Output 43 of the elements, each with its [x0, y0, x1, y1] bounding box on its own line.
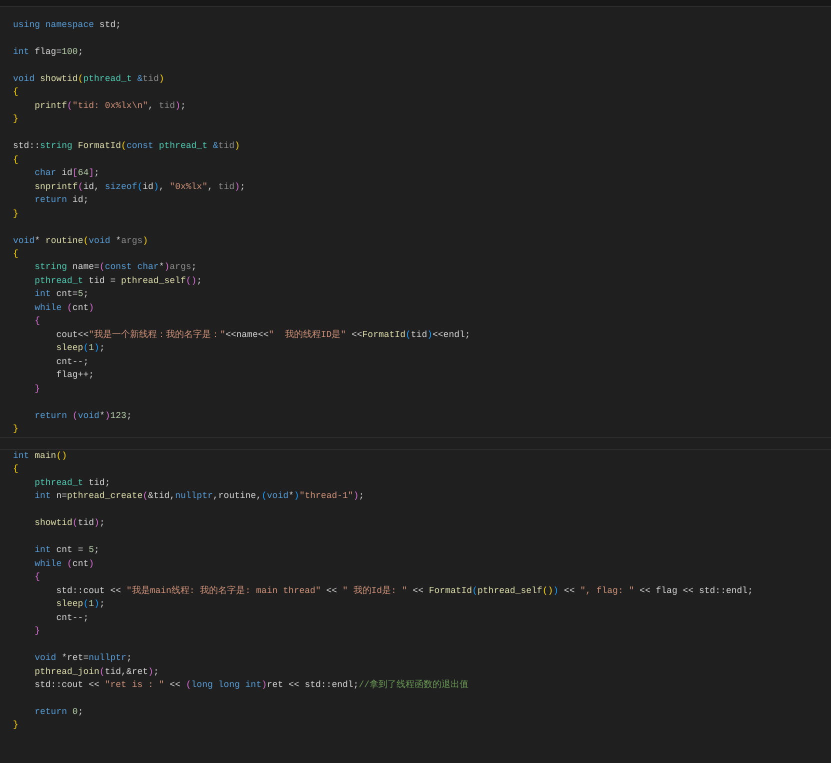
code-line: printf("tid: 0x%lx\n", tid);: [34, 100, 186, 113]
code-line: }: [34, 382, 40, 396]
code-line: return 0;: [34, 706, 84, 719]
code-line: int flag=100;: [13, 46, 84, 59]
code-line: snprintf(id, sizeof(id), "0x%lx", tid);: [34, 180, 246, 194]
code-line: int cnt = 5;: [34, 544, 100, 558]
code-line: return id;: [34, 194, 89, 208]
code-line: }: [13, 719, 18, 732]
code-line: pthread_t tid;: [34, 476, 110, 490]
code-line: {: [13, 248, 18, 261]
code-line: return (void*)123;: [34, 410, 132, 423]
code-line: while (cnt): [34, 302, 94, 315]
code-line: {: [34, 571, 40, 584]
code-line: std::cout << "我是main线程: 我的名字是: main thread" << " 我的Id是: " << FormatId(pthread_self()) << ", flag: " << flag << std::endl;: [55, 584, 753, 598]
code-line: {: [13, 154, 18, 167]
code-line: string name=(const char*)args;: [34, 261, 197, 274]
code-line: void* routine(void *args): [13, 234, 148, 248]
code-line: showtid(tid);: [34, 517, 105, 530]
code-line: cnt--;: [55, 612, 89, 625]
code-line: sleep(1);: [55, 598, 105, 612]
code-line: }: [13, 113, 18, 126]
code-line: }: [13, 423, 18, 436]
code-line: flag++;: [55, 369, 94, 382]
code-line: pthread_join(tid,&ret);: [34, 666, 159, 678]
code-line: {: [13, 86, 18, 100]
code-line: sleep(1);: [55, 342, 105, 356]
code-line: int cnt=5;: [34, 288, 89, 302]
code-line: int n=pthread_create(&tid,nullptr,routine,(void*)"thread-1");: [34, 490, 364, 504]
code-line: pthread_t tid = pthread_self();: [34, 274, 202, 288]
code-line: char id[64];: [34, 167, 100, 180]
code-line: cout<<"我是一个新线程：我的名字是："<<name<<" 我的线程ID是" <<FormatId(tid)<<endl;: [55, 328, 470, 342]
code-line: cnt--;: [55, 356, 89, 369]
code-line: std::cout << "ret is : " << (long long int)ret << std::endl;//拿到了线程函数的退出值: [34, 678, 469, 692]
code-line: int main(): [13, 450, 68, 463]
code-line: void showtid(pthread_t &tid): [13, 72, 164, 86]
code-line: {: [13, 463, 18, 476]
code-line: }: [13, 208, 18, 221]
code-line: std::string FormatId(const pthread_t &tid): [13, 140, 240, 154]
code-line: while (cnt): [34, 558, 94, 571]
code-line: using namespace std;: [13, 19, 122, 32]
code-line: void *ret=nullptr;: [34, 652, 132, 666]
code-line: }: [34, 625, 40, 638]
code-line: {: [34, 315, 40, 328]
